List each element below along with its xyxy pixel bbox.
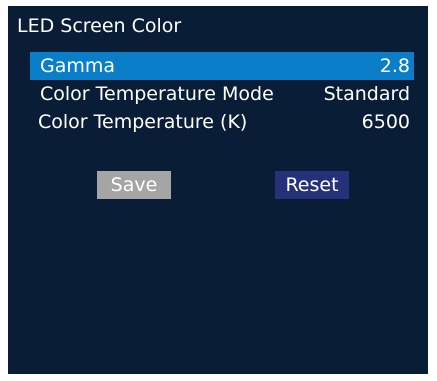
color-temperature-k-value: 6500 — [361, 111, 410, 133]
color-temperature-k-label: Color Temperature (K) — [38, 111, 248, 133]
setting-row-color-temperature-mode[interactable]: Color Temperature Mode Standard — [30, 80, 414, 108]
led-screen-color-panel: LED Screen Color Gamma 2.8 Color Tempera… — [8, 6, 428, 374]
save-button[interactable]: Save — [97, 171, 171, 199]
gamma-label: Gamma — [40, 55, 116, 77]
panel-title: LED Screen Color — [17, 15, 182, 37]
gamma-value: 2.8 — [379, 55, 410, 77]
color-temperature-mode-label: Color Temperature Mode — [40, 83, 274, 105]
color-temperature-mode-value: Standard — [323, 83, 410, 105]
setting-row-gamma[interactable]: Gamma 2.8 — [30, 52, 414, 80]
setting-row-color-temperature-k[interactable]: Color Temperature (K) 6500 — [30, 108, 414, 136]
reset-button[interactable]: Reset — [275, 171, 349, 199]
